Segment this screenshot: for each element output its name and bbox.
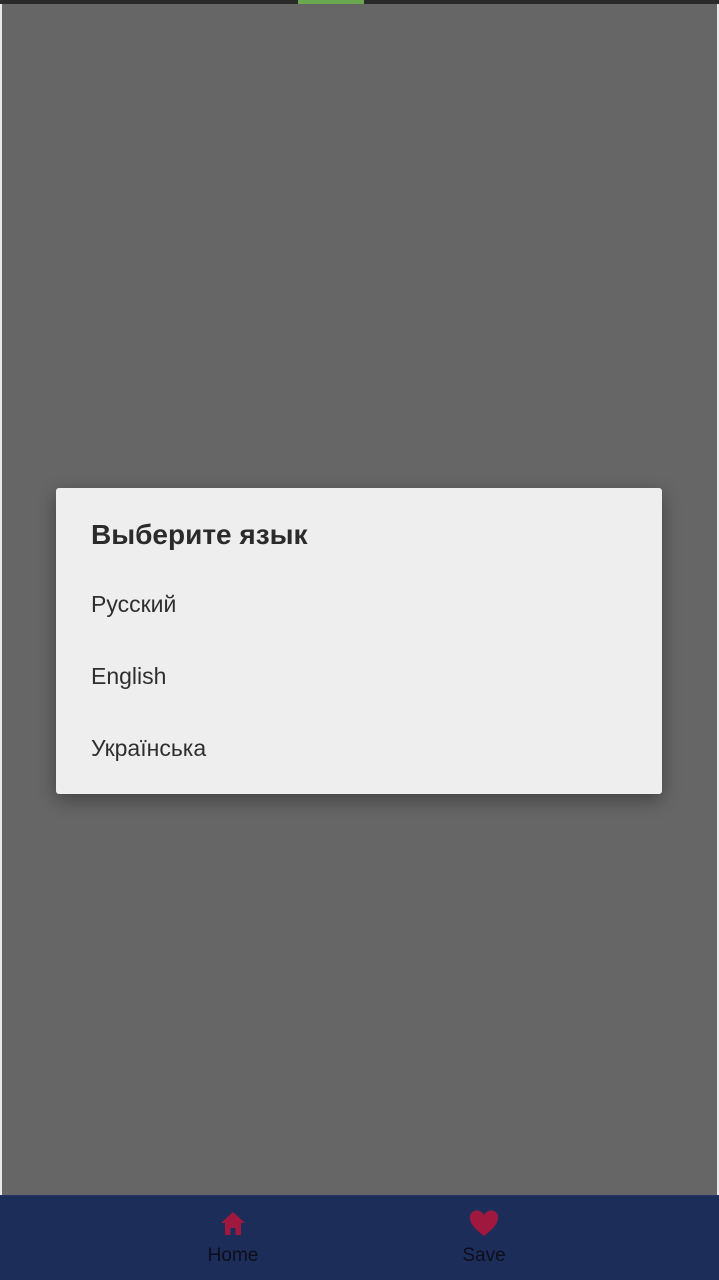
language-option-ukrainian[interactable]: Українська xyxy=(56,712,662,784)
language-dialog: Выберите язык Русский English Українська xyxy=(56,488,662,794)
nav-label-save: Save xyxy=(462,1245,506,1266)
language-option-english[interactable]: English xyxy=(56,640,662,712)
nav-item-save[interactable]: Save xyxy=(414,1196,554,1280)
dialog-title: Выберите язык xyxy=(91,519,308,550)
language-option-russian[interactable]: Русский xyxy=(56,568,662,640)
nav-item-home[interactable]: Home xyxy=(163,1196,303,1280)
nav-label-home: Home xyxy=(207,1245,259,1266)
app-screen: Выберите язык Русский English Українська… xyxy=(0,0,719,1280)
home-icon xyxy=(215,1208,251,1238)
heart-icon xyxy=(466,1208,502,1238)
bottom-navigation: Home Save xyxy=(0,1195,719,1280)
